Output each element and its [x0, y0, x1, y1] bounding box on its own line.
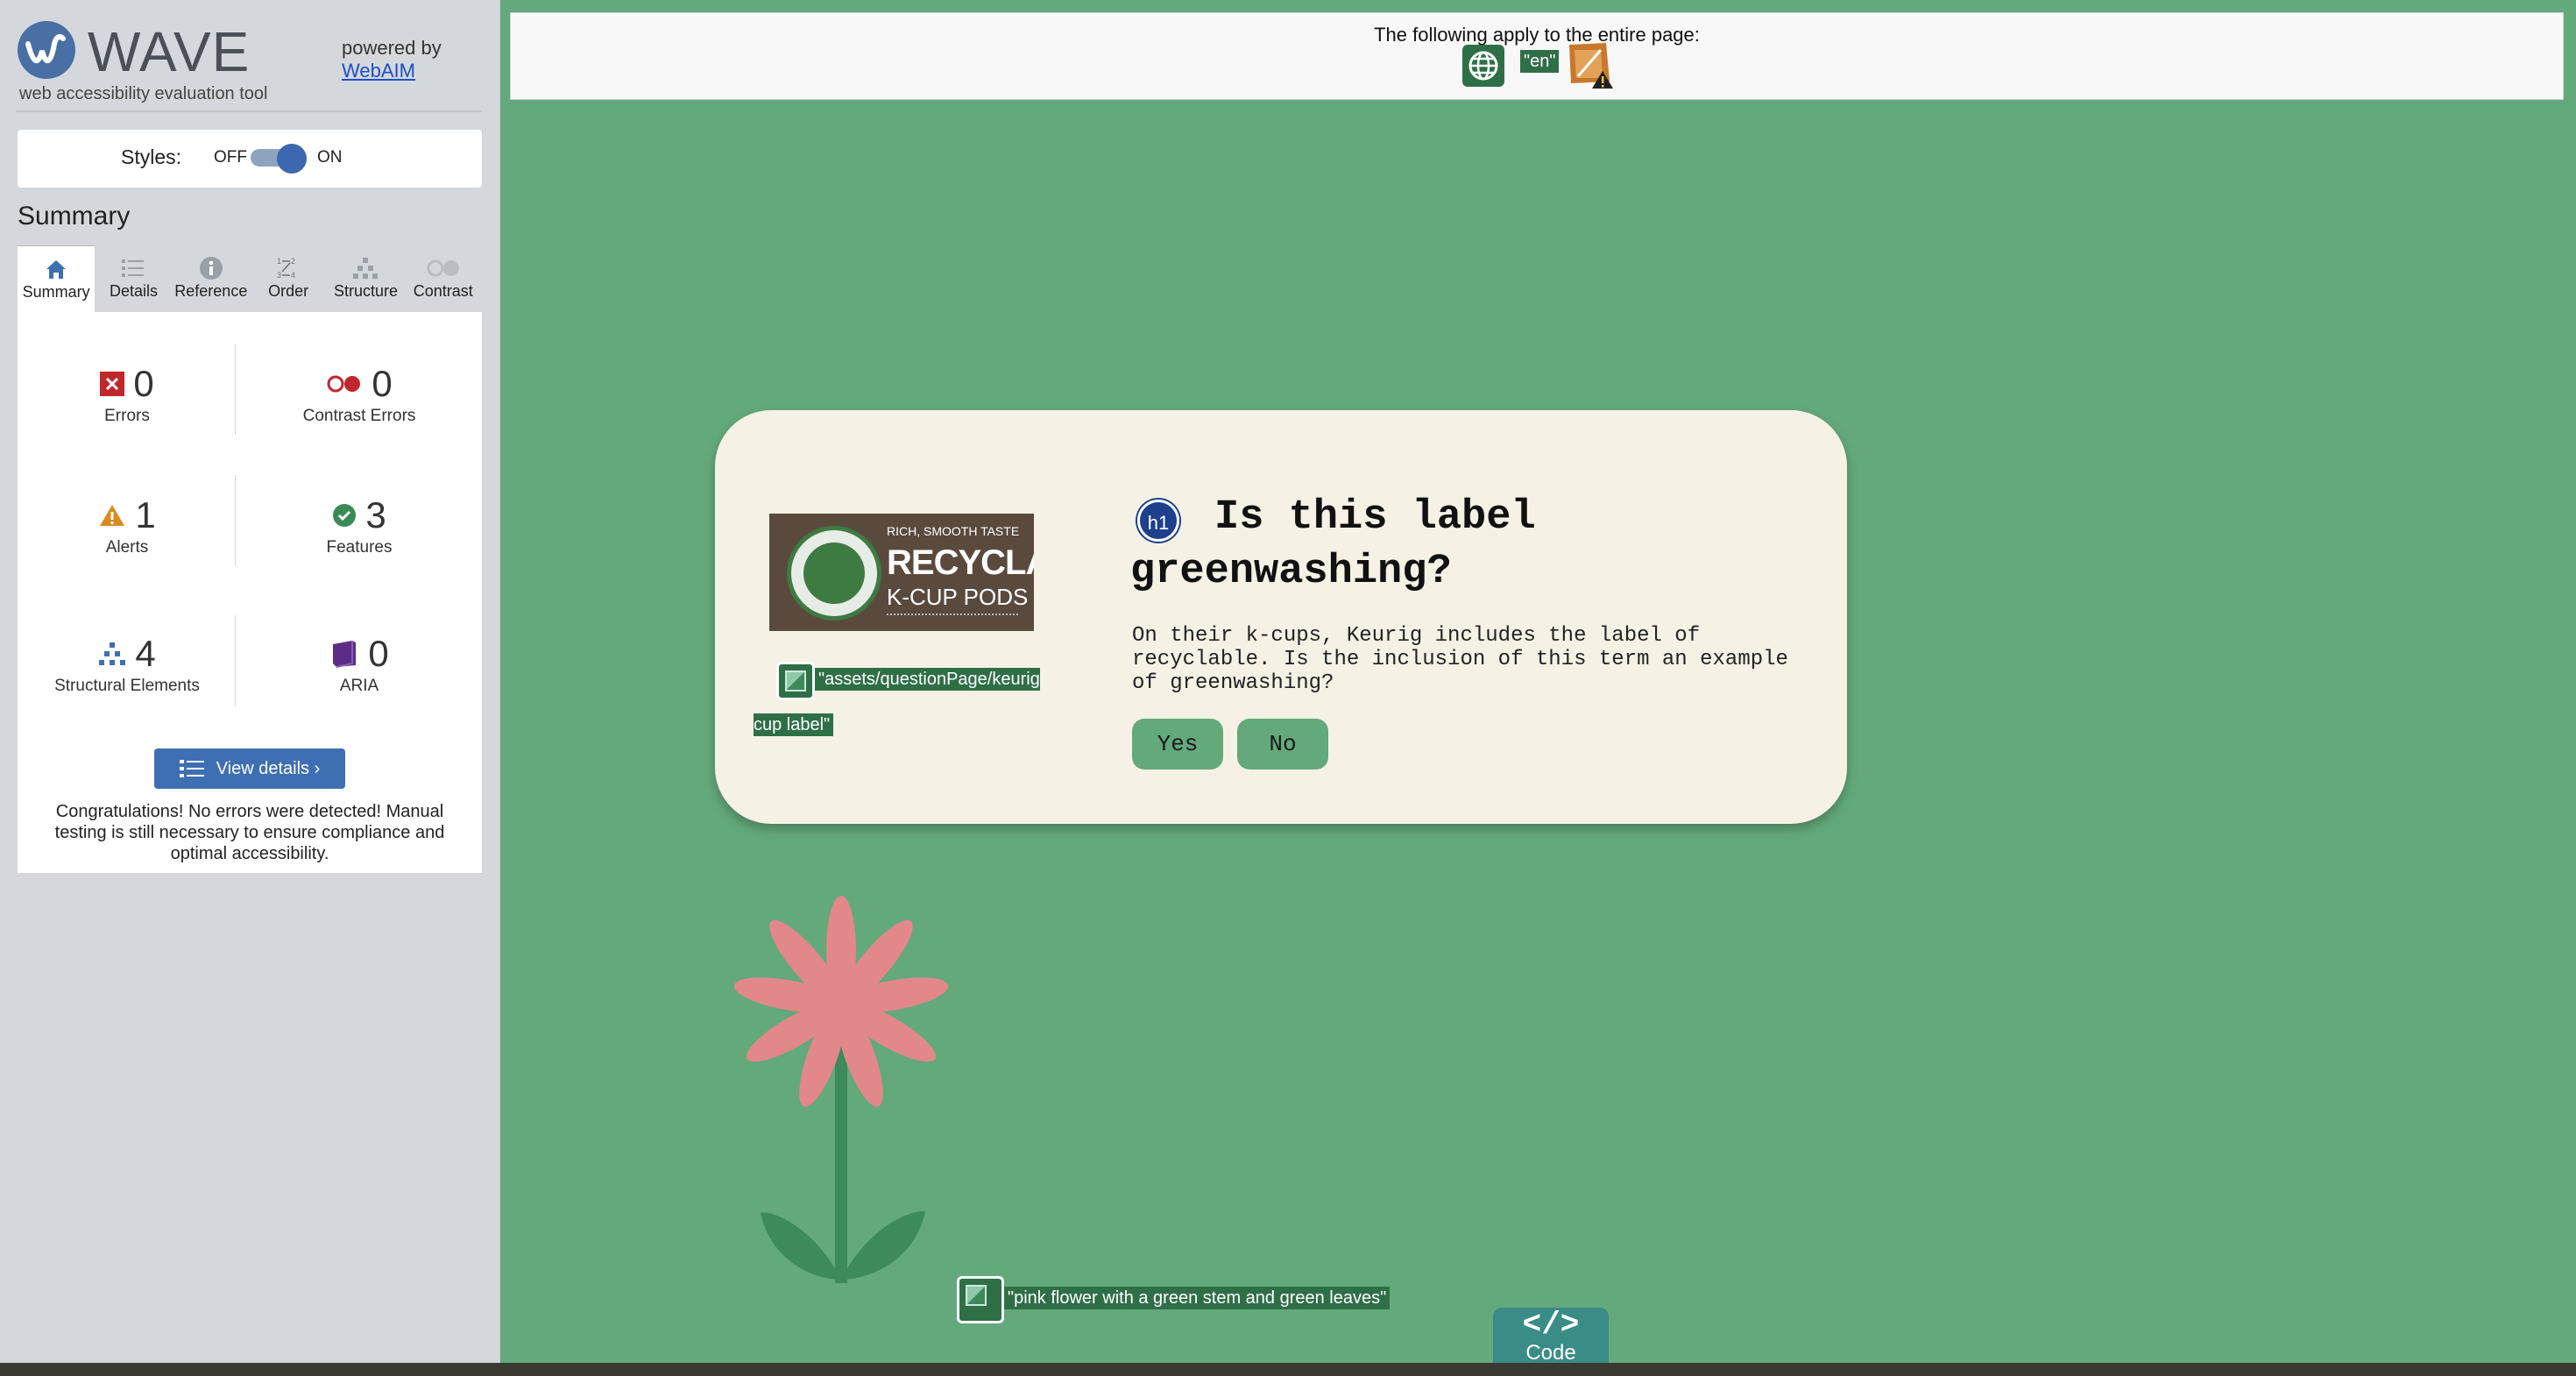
home-icon [18, 255, 95, 283]
contrast-icon [405, 254, 482, 282]
structural-label: Structural Elements [54, 677, 200, 695]
language-value: "en" [1520, 50, 1560, 73]
summary-heading: Summary [18, 202, 131, 231]
kcup-line3: K-CUP PODS [887, 584, 1029, 610]
tab-label: Contrast [413, 282, 473, 300]
question-card: RICH, SMOOTH TASTE RECYCLABLE K-CUP PODS… [715, 410, 1847, 824]
stat-errors[interactable]: 0 Errors [18, 363, 237, 426]
contrast-errors-label: Contrast Errors [302, 407, 416, 425]
stat-contrast-errors[interactable]: 0 Contrast Errors [250, 363, 469, 426]
feature-icon [333, 504, 357, 527]
image-icon [776, 661, 815, 700]
stat-structural[interactable]: 4 Structural Elements [18, 633, 237, 696]
keurig-label-image: RICH, SMOOTH TASTE RECYCLABLE K-CUP PODS [769, 514, 1034, 631]
tab-label: Reference [174, 282, 248, 300]
wave-sidebar: WAVE web accessibility evaluation tool p… [0, 0, 500, 1363]
code-icon: </> [1522, 1307, 1580, 1343]
stat-features[interactable]: 3 Features [250, 494, 469, 557]
stat-alerts[interactable]: 1 Alerts [18, 494, 237, 557]
errors-count: 0 [133, 363, 154, 404]
panel-tabs: Summary Details Reference 1 2 3 4 Order Str… [18, 245, 482, 312]
flower-illustration [733, 896, 949, 1283]
styles-toggle-knob[interactable] [277, 144, 307, 174]
tab-reference[interactable]: Reference [173, 245, 250, 312]
language-chip[interactable]: "en" [1520, 50, 1560, 73]
sidebar-divider [16, 110, 482, 112]
error-icon [100, 372, 125, 396]
features-label: Features [326, 538, 393, 557]
webaim-link[interactable]: WebAIM [342, 60, 442, 82]
tab-structure[interactable]: Structure [327, 245, 404, 312]
kcup-fine-print [887, 614, 1018, 622]
aria-label: ARIA [339, 677, 379, 695]
structure-icon [99, 642, 126, 665]
tab-summary[interactable]: Summary [18, 245, 96, 312]
powered-by: powered by WebAIM [342, 37, 442, 82]
tab-details[interactable]: Details [95, 245, 172, 312]
window-bottom-edge [0, 1363, 2576, 1376]
yes-button[interactable]: Yes [1132, 719, 1223, 770]
styles-label: Styles: [121, 145, 182, 168]
flower-alt-annotation[interactable]: "pink flower with a green stem and green… [957, 1276, 1391, 1323]
info-icon [173, 254, 250, 282]
question-title: Is this label greenwashing? [1130, 494, 1536, 595]
list-icon [179, 760, 204, 777]
list-icon [95, 254, 172, 282]
alert-icon [100, 505, 125, 526]
svg-text:4: 4 [291, 271, 295, 280]
alerts-count: 1 [135, 494, 156, 536]
code-label: Code [1525, 1341, 1576, 1365]
svg-text:3: 3 [277, 271, 281, 280]
view-details-button[interactable]: View details › [154, 748, 345, 789]
contrast-error-icon [327, 375, 361, 393]
svg-text:1: 1 [277, 257, 281, 266]
alerts-label: Alerts [105, 538, 149, 557]
tab-label: Summary [22, 283, 90, 301]
flower-alt-text: "pink flower with a green stem and green… [1004, 1287, 1391, 1310]
tab-label: Order [268, 282, 309, 300]
order-icon: 1 2 3 4 [250, 254, 327, 282]
powered-by-text: powered by [342, 37, 442, 59]
structure-icon [327, 254, 404, 282]
green-mountain-badge [787, 526, 881, 621]
aria-icon [333, 641, 357, 668]
wave-tagline: web accessibility evaluation tool [19, 84, 268, 103]
noscript-alert-icon[interactable] [1566, 41, 1615, 95]
page-level-banner: The following apply to the entire page: … [510, 12, 2564, 100]
wave-logo-icon [18, 21, 75, 79]
kcup-line1: RICH, SMOOTH TASTE [887, 524, 1020, 538]
globe-icon[interactable] [1462, 45, 1504, 91]
contrast-errors-count: 0 [372, 363, 393, 404]
styles-toggle-box: Styles: OFF ON [18, 130, 482, 188]
styles-off-label: OFF [214, 148, 247, 167]
no-button[interactable]: No [1237, 719, 1328, 770]
errors-label: Errors [104, 407, 150, 425]
question-body: On their k-cups, Keurig includes the lab… [1132, 624, 1788, 695]
summary-panel: 0 Errors 0 Contrast Errors 1 Alerts 3 Fe… [18, 312, 482, 873]
styles-on-label: ON [317, 148, 343, 167]
aria-count: 0 [368, 633, 389, 674]
stat-aria[interactable]: 0 ARIA [250, 633, 469, 696]
tab-label: Structure [333, 282, 398, 300]
svg-text:2: 2 [291, 257, 295, 266]
image-alt-annotation[interactable]: "assets/questionPage/keurig cup label" [754, 657, 1069, 748]
banner-text: The following apply to the entire page: [1374, 24, 1700, 46]
image-icon [957, 1276, 1004, 1323]
kcup-line2: RECYCLABLE [887, 543, 1034, 582]
structural-count: 4 [135, 633, 156, 674]
features-count: 3 [365, 494, 386, 536]
wave-logo-word: WAVE [88, 20, 251, 83]
congrats-message: Congratulations! No errors were detected… [54, 802, 445, 863]
tab-contrast[interactable]: Contrast [405, 245, 482, 312]
code-panel-toggle[interactable]: </> Code [1493, 1308, 1609, 1365]
tab-label: Details [109, 282, 158, 300]
tab-order[interactable]: 1 2 3 4 Order [250, 245, 327, 312]
view-details-label: View details › [216, 758, 321, 778]
